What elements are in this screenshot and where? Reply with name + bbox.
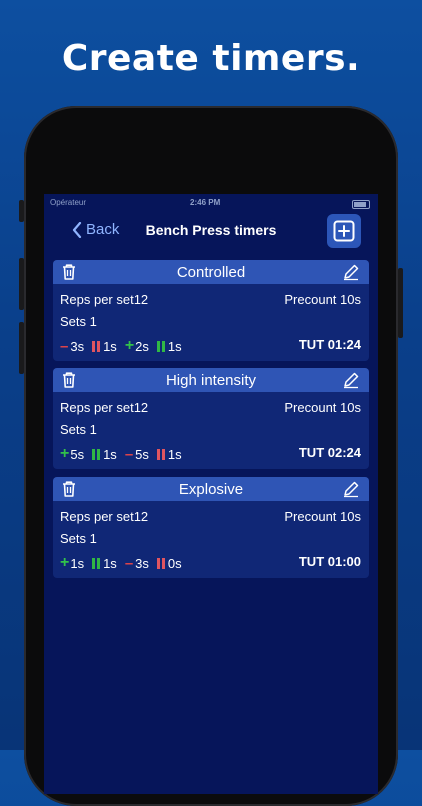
- sets-label: Sets 1: [60, 422, 97, 437]
- plus-icon: +: [60, 554, 70, 571]
- pause-icon: [92, 448, 101, 460]
- volume-up-button: [19, 258, 24, 310]
- timer-card[interactable]: High intensity Reps per set12 Precount 1…: [53, 368, 369, 469]
- step-sequence: +1s 1s –3s 0s: [60, 554, 190, 572]
- step-value: 3s: [135, 555, 149, 571]
- pencil-icon[interactable]: [342, 371, 360, 394]
- step-value: 1s: [70, 555, 85, 571]
- plus-icon: +: [124, 337, 135, 354]
- step-value: 2s: [135, 338, 149, 354]
- step-pause-green: 1s: [92, 556, 117, 571]
- card-title: High intensity: [165, 372, 257, 389]
- precount-label: Precount 10s: [284, 509, 361, 524]
- card-header: High intensity: [53, 368, 369, 392]
- sets-label: Sets 1: [60, 531, 97, 546]
- step-plus: +2s: [125, 337, 149, 355]
- tut-label: TUT 02:24: [298, 445, 361, 460]
- timer-card[interactable]: Controlled Reps per set12 Precount 10s S…: [53, 260, 369, 361]
- step-value: 0s: [167, 555, 182, 571]
- pause-icon: [156, 448, 165, 460]
- volume-down-button: [19, 322, 24, 374]
- step-minus: –3s: [125, 555, 149, 572]
- step-plus: +5s: [60, 445, 84, 463]
- battery-icon: [352, 200, 370, 209]
- timer-card[interactable]: Explosive Reps per set12 Precount 10s Se…: [53, 477, 369, 578]
- step-value: 1s: [103, 555, 117, 571]
- reps-label: Reps per set12: [60, 292, 149, 307]
- plus-icon: +: [60, 445, 70, 462]
- pause-icon: [156, 557, 165, 569]
- card-title: Explosive: [178, 481, 244, 498]
- step-value: 5s: [70, 446, 85, 462]
- step-value: 1s: [103, 338, 117, 354]
- step-value: 5s: [135, 446, 149, 462]
- step-plus: +1s: [60, 554, 84, 572]
- card-header: Controlled: [53, 260, 369, 284]
- status-time: 2:46 PM: [190, 198, 221, 207]
- plus-square-icon: [333, 220, 355, 242]
- pause-icon: [92, 340, 101, 352]
- app-screen: Opérateur 2:46 PM Back Bench Press timer…: [44, 194, 378, 794]
- step-minus: –3s: [60, 338, 84, 355]
- minus-icon: –: [124, 445, 134, 463]
- step-value: 3s: [70, 338, 85, 354]
- card-header: Explosive: [53, 477, 369, 501]
- pencil-icon[interactable]: [342, 263, 360, 286]
- step-sequence: –3s 1s +2s 1s: [60, 337, 190, 355]
- step-pause-red: 0s: [156, 555, 182, 571]
- carrier-label: Opérateur: [50, 198, 87, 207]
- tut-label: TUT 01:24: [298, 337, 361, 352]
- step-pause-green: 1s: [92, 447, 117, 462]
- reps-label: Reps per set12: [60, 509, 149, 524]
- step-sequence: +5s 1s –5s 1s: [60, 445, 190, 463]
- add-timer-button[interactable]: [327, 214, 361, 248]
- minus-icon: –: [60, 337, 69, 355]
- step-minus: –5s: [125, 446, 149, 463]
- headline: Create timers.: [61, 38, 361, 79]
- tut-label: TUT 01:00: [298, 554, 361, 569]
- step-value: 1s: [167, 338, 182, 354]
- step-pause-green: 1s: [156, 338, 182, 354]
- step-value: 1s: [167, 446, 182, 462]
- sets-label: Sets 1: [60, 314, 97, 329]
- step-value: 1s: [103, 446, 117, 462]
- pause-icon: [156, 340, 165, 352]
- minus-icon: –: [124, 554, 134, 572]
- precount-label: Precount 10s: [284, 400, 361, 415]
- status-bar: Opérateur 2:46 PM: [44, 198, 378, 212]
- reps-label: Reps per set12: [60, 400, 149, 415]
- step-pause-red: 1s: [156, 446, 182, 462]
- pause-icon: [92, 557, 101, 569]
- mute-switch: [19, 200, 24, 222]
- card-title: Controlled: [176, 264, 246, 281]
- nav-bar: Back Bench Press timers: [44, 212, 378, 252]
- step-pause-red: 1s: [92, 339, 117, 354]
- power-button: [398, 268, 403, 338]
- precount-label: Precount 10s: [284, 292, 361, 307]
- pencil-icon[interactable]: [342, 480, 360, 503]
